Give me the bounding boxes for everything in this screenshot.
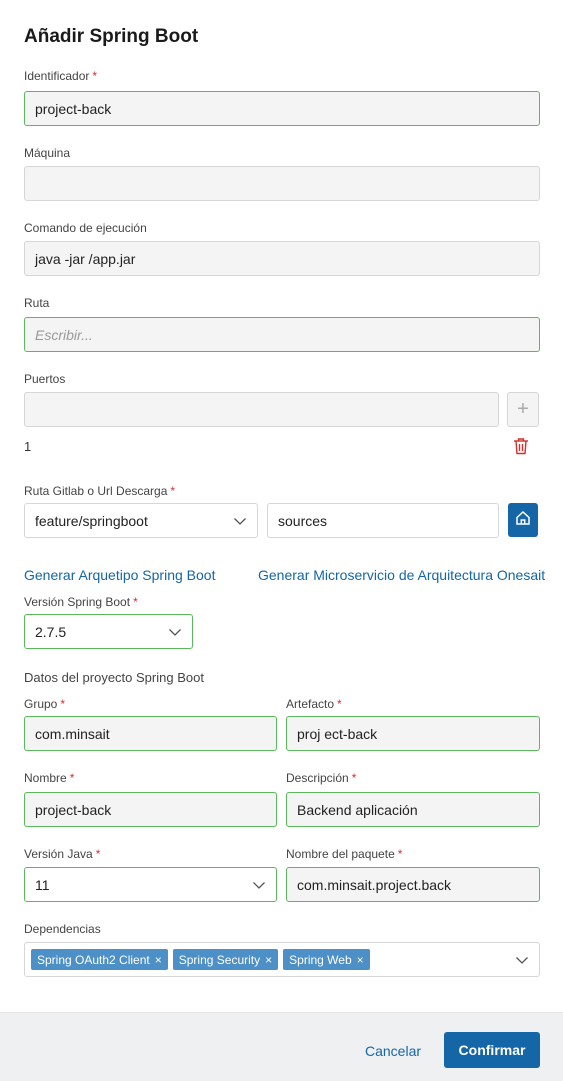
spring-version-value: 2.7.5: [35, 623, 67, 640]
spring-version-select[interactable]: 2.7.5: [24, 614, 193, 649]
java-version-label: Versión Java *: [24, 847, 100, 861]
java-version-label-text: Versión Java: [24, 847, 93, 861]
artefacto-label: Artefacto *: [286, 697, 342, 711]
cancel-button[interactable]: Cancelar: [365, 1043, 421, 1059]
home-button[interactable]: [508, 503, 538, 537]
required-marker: *: [60, 697, 66, 711]
generate-archetype-link[interactable]: Generar Arquetipo Spring Boot: [24, 567, 215, 583]
port-index: 1: [24, 439, 32, 454]
identificador-value: project-back: [35, 100, 112, 117]
spring-version-label: Versión Spring Boot *: [24, 595, 138, 609]
spring-version-label-text: Versión Spring Boot: [24, 595, 131, 609]
paquete-label: Nombre del paquete *: [286, 847, 402, 861]
artefacto-value: proj ect-back: [297, 725, 378, 742]
dependency-tag: Spring OAuth2 Client ×: [31, 949, 168, 970]
required-marker: *: [92, 69, 98, 83]
gitlab-path-value: sources: [278, 512, 328, 529]
descripcion-input[interactable]: Backend aplicación: [286, 792, 540, 827]
remove-tag-icon[interactable]: ×: [155, 953, 162, 967]
java-version-select[interactable]: 11: [24, 867, 277, 902]
paquete-label-text: Nombre del paquete: [286, 847, 395, 861]
java-version-value: 11: [35, 876, 50, 893]
nombre-label: Nombre *: [24, 771, 74, 785]
dependency-tag-label: Spring OAuth2 Client: [37, 952, 150, 967]
remove-tag-icon[interactable]: ×: [265, 953, 272, 967]
required-marker: *: [397, 847, 403, 861]
identificador-label: Identificador *: [24, 69, 97, 83]
maquina-label: Máquina: [24, 146, 71, 160]
gitlab-label: Ruta Gitlab o Url Descarga *: [24, 484, 175, 498]
artefacto-label-text: Artefacto: [286, 697, 335, 711]
puertos-label: Puertos: [24, 372, 66, 386]
required-marker: *: [95, 847, 101, 861]
plus-icon: +: [517, 398, 529, 420]
grupo-input[interactable]: com.minsait: [24, 716, 277, 751]
remove-tag-icon[interactable]: ×: [357, 953, 364, 967]
puertos-input[interactable]: [24, 392, 499, 427]
dependency-tags: Spring OAuth2 Client × Spring Security × S…: [31, 949, 375, 970]
gitlab-label-text: Ruta Gitlab o Url Descarga: [24, 484, 168, 498]
dependency-tag: Spring Web ×: [283, 949, 370, 970]
chevron-down-icon: [515, 953, 529, 967]
required-marker: *: [69, 771, 75, 785]
page-title: Añadir Spring Boot: [24, 26, 199, 47]
generate-microservice-link[interactable]: Generar Microservicio de Arquitectura On…: [258, 567, 545, 583]
maquina-input[interactable]: [24, 166, 540, 201]
project-section-title: Datos del proyecto Spring Boot: [24, 670, 204, 685]
trash-icon[interactable]: [513, 437, 529, 455]
paquete-value: com.minsait.project.back: [297, 876, 452, 893]
chevron-down-icon: [233, 514, 247, 528]
gitlab-path-input[interactable]: sources: [267, 503, 499, 538]
required-marker: *: [170, 484, 176, 498]
dependency-tag-label: Spring Security: [178, 952, 261, 967]
chevron-down-icon: [252, 878, 266, 892]
dependency-tag-label: Spring Web: [289, 952, 352, 967]
grupo-label: Grupo *: [24, 697, 65, 711]
add-port-button[interactable]: +: [507, 392, 539, 427]
chevron-down-icon: [168, 625, 182, 639]
grupo-label-text: Grupo: [24, 697, 58, 711]
grupo-value: com.minsait: [35, 725, 110, 742]
artefacto-input[interactable]: proj ect-back: [286, 716, 540, 751]
descripcion-label: Descripción *: [286, 771, 356, 785]
dependencias-label: Dependencias: [24, 922, 101, 936]
required-marker: *: [133, 595, 138, 609]
ruta-placeholder: Escribir...: [35, 326, 93, 343]
nombre-input[interactable]: project-back: [24, 792, 277, 827]
required-marker: *: [337, 697, 342, 711]
paquete-input[interactable]: com.minsait.project.back: [286, 867, 540, 902]
ruta-label: Ruta: [24, 296, 50, 310]
nombre-label-text: Nombre: [24, 771, 67, 785]
comando-value: java -jar /app.jar: [35, 250, 136, 267]
branch-select[interactable]: feature/springboot: [24, 503, 258, 538]
dependencias-select[interactable]: Spring OAuth2 Client × Spring Security × S…: [24, 942, 540, 977]
home-icon: [515, 510, 531, 531]
comando-label: Comando de ejecución: [24, 221, 147, 235]
identificador-input[interactable]: project-back: [24, 91, 540, 126]
dependency-tag: Spring Security ×: [172, 949, 279, 970]
confirm-button[interactable]: Confirmar: [444, 1032, 540, 1068]
required-marker: *: [351, 771, 357, 785]
comando-input[interactable]: java -jar /app.jar: [24, 241, 540, 276]
ruta-input[interactable]: Escribir...: [24, 317, 540, 352]
nombre-value: project-back: [35, 801, 112, 818]
branch-value: feature/springboot: [35, 512, 148, 529]
descripcion-value: Backend aplicación: [297, 801, 418, 818]
identificador-label-text: Identificador: [24, 69, 90, 83]
descripcion-label-text: Descripción: [286, 771, 349, 785]
